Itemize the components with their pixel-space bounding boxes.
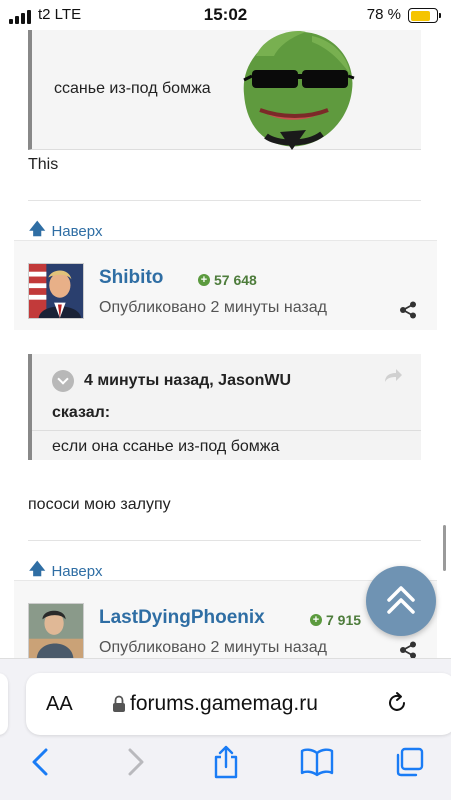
battery-percent: 78 % — [366, 6, 401, 23]
battery-icon — [408, 8, 441, 23]
quote-author: 4 минуты назад, JasonWU — [84, 372, 292, 389]
browser-toolbar — [0, 745, 451, 791]
share-icon[interactable] — [399, 301, 417, 319]
reload-icon[interactable] — [385, 691, 409, 715]
quote-text: ссанье из-под бомжа — [54, 80, 211, 97]
scroll-to-top-button[interactable] — [366, 566, 436, 636]
pepe-sunglasses-image — [243, 31, 355, 150]
tabs-icon[interactable] — [393, 745, 425, 779]
expand-quote-icon[interactable] — [52, 370, 74, 392]
address-bar[interactable]: AA forums.gamemag.ru — [26, 673, 451, 735]
post-reply-text: пососи мою залупу — [28, 496, 171, 513]
previous-tab-edge[interactable] — [0, 673, 8, 735]
quote-block: 4 минуты назад, JasonWU сказал: если она… — [28, 354, 421, 460]
lock-icon — [113, 695, 125, 712]
goto-quote-icon[interactable] — [383, 368, 403, 384]
quote-header: 4 минуты назад, JasonWU — [52, 370, 291, 392]
quote-text: если она ссанье из-под бомжа — [52, 438, 280, 455]
username-link[interactable]: LastDyingPhoenix — [99, 607, 265, 629]
chevron-right-icon[interactable] — [120, 745, 150, 779]
back-to-top-label: Наверх — [51, 223, 103, 240]
published-time: Опубликовано 2 минуты назад — [99, 639, 327, 656]
page-settings-button[interactable]: AA — [46, 693, 73, 716]
book-icon[interactable] — [300, 745, 334, 779]
reputation-badge: + 57 648 — [198, 272, 257, 288]
username-link[interactable]: Shibito — [99, 267, 163, 289]
quote-block: ссанье из-под бомжа — [28, 30, 421, 150]
share-sheet-icon[interactable] — [211, 745, 241, 779]
reputation-value: 7 915 — [326, 612, 362, 628]
aa-label: AA — [46, 693, 73, 715]
divider — [28, 200, 421, 201]
avatar[interactable] — [28, 603, 84, 659]
double-chevron-up-icon — [387, 586, 415, 614]
divider — [32, 430, 421, 431]
divider — [28, 540, 421, 541]
back-to-top-label: Наверх — [51, 563, 103, 580]
chevron-left-icon[interactable] — [26, 745, 56, 779]
reputation-value: 57 648 — [214, 272, 257, 288]
share-icon[interactable] — [399, 641, 417, 659]
plus-icon: + — [198, 274, 210, 286]
post-reply-text: This — [28, 156, 59, 173]
scrollbar[interactable] — [443, 525, 446, 571]
reputation-badge: + 7 915 — [310, 612, 361, 628]
quote-said: сказал: — [52, 404, 111, 421]
published-time: Опубликовано 2 минуты назад — [99, 299, 327, 316]
avatar[interactable] — [28, 263, 84, 319]
url-text[interactable]: forums.gamemag.ru — [130, 692, 318, 716]
plus-icon: + — [310, 614, 322, 626]
status-bar: t2 LTE 15:02 78 % — [0, 0, 451, 30]
post-author-header: Shibito + 57 648 Опубликовано 2 минуты н… — [14, 240, 437, 330]
